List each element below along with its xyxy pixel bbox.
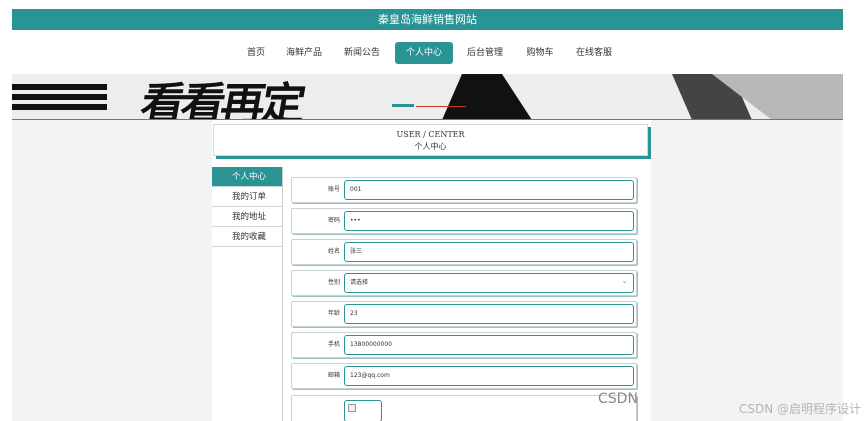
section-header-en: USER / CENTER (396, 130, 465, 139)
form-row-age: 年龄 23 (291, 301, 637, 327)
site-title: 秦皇岛海鲜销售网站 (378, 13, 477, 26)
nav-item-admin[interactable]: 后台管理 (464, 42, 506, 64)
left-blank-pane (12, 120, 212, 421)
form-row-account: 账号 001 (291, 177, 637, 203)
form-row-gender: 性别 请选择 (291, 270, 637, 296)
age-label: 年龄 (327, 310, 340, 317)
site-title-bar: 秦皇岛海鲜销售网站 (12, 9, 843, 30)
section-header-cn: 个人中心 (414, 142, 447, 151)
nav-item-news[interactable]: 新闻公告 (341, 42, 383, 64)
profile-form: 账号 001 密码 ••• 姓名 张三 性别 请选择 年龄 23 手机 1380… (283, 167, 651, 421)
banner-text: 看看再定 (136, 79, 306, 120)
side-item-user-center[interactable]: 个人中心 (212, 167, 282, 187)
age-input[interactable]: 23 (344, 304, 634, 324)
gender-label: 性别 (327, 279, 340, 286)
nav-item-products[interactable]: 海鲜产品 (283, 42, 325, 64)
form-row-phone: 手机 13800000000 (291, 332, 637, 358)
page: 秦皇岛海鲜销售网站 首页 海鲜产品 新闻公告 个人中心 后台管理 购物车 在线客… (0, 0, 865, 421)
avatar-upload[interactable] (344, 400, 382, 421)
nav-item-service[interactable]: 在线客服 (573, 42, 615, 64)
form-row-name: 姓名 张三 (291, 239, 637, 265)
side-menu: 个人中心 我的订单 我的地址 我的收藏 (212, 167, 283, 421)
phone-input[interactable]: 13800000000 (344, 335, 634, 355)
right-blank-pane (651, 120, 843, 421)
nav-item-home[interactable]: 首页 (241, 42, 271, 64)
name-input[interactable]: 张三 (344, 242, 634, 262)
section-header: USER / CENTER 个人中心 (213, 124, 648, 156)
nav-item-cart[interactable]: 购物车 (523, 42, 557, 64)
watermark-partial: CSDN (598, 391, 638, 407)
side-item-address[interactable]: 我的地址 (212, 207, 282, 227)
password-label: 密码 (327, 217, 340, 224)
name-label: 姓名 (327, 248, 340, 255)
broken-image-icon (348, 404, 356, 412)
watermark: CSDN @启明程序设计 (738, 402, 861, 416)
password-input[interactable]: ••• (344, 211, 634, 231)
email-label: 邮箱 (327, 372, 340, 379)
side-item-orders[interactable]: 我的订单 (212, 187, 282, 207)
banner-carousel[interactable]: 看看再定 (12, 74, 843, 120)
phone-label: 手机 (327, 341, 340, 348)
gender-select[interactable]: 请选择 (344, 272, 634, 293)
account-label: 账号 (327, 186, 340, 193)
form-row-email: 邮箱 123@qq.com (291, 363, 637, 389)
form-row-avatar (291, 395, 637, 421)
email-input[interactable]: 123@qq.com (344, 366, 634, 386)
nav-item-user-center[interactable]: 个人中心 (395, 42, 453, 64)
banner-image (12, 74, 843, 119)
side-item-favorites[interactable]: 我的收藏 (212, 227, 282, 247)
main-nav: 首页 海鲜产品 新闻公告 个人中心 后台管理 购物车 在线客服 (12, 30, 843, 74)
form-row-password: 密码 ••• (291, 208, 637, 234)
account-input[interactable]: 001 (344, 180, 634, 200)
